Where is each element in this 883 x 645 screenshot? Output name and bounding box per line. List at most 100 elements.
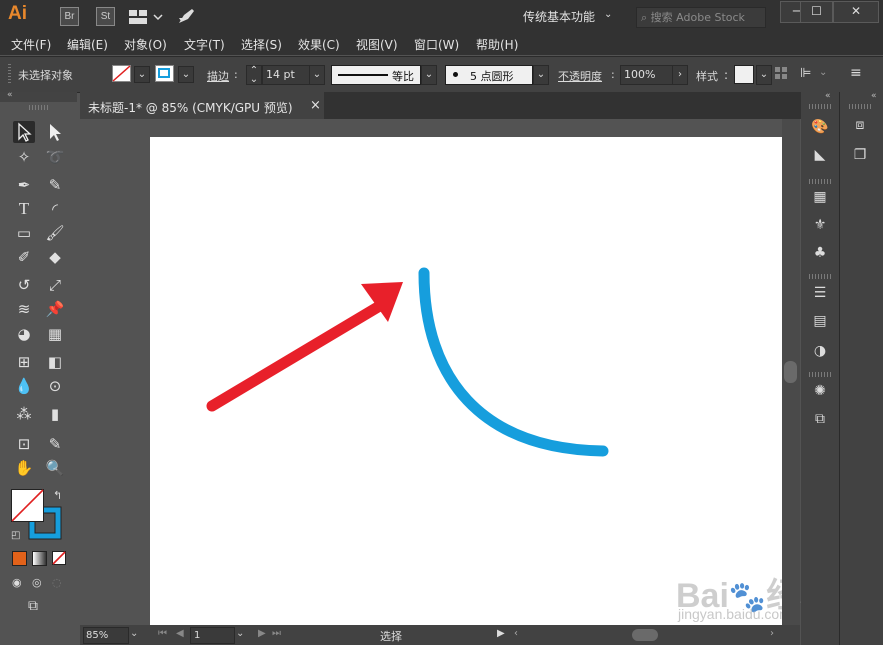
stock-search-input[interactable]: ⌕ 搜索 Adobe Stock	[636, 7, 766, 28]
variable-width-profile[interactable]: 等比	[331, 65, 421, 85]
blend-tool-icon[interactable]: ⊙	[44, 375, 66, 397]
menu-edit[interactable]: 编辑(E)	[67, 36, 108, 53]
red-arrow-shaft[interactable]	[206, 295, 394, 412]
align-chevron-icon[interactable]: ⌄	[819, 67, 827, 78]
hand-tool-icon[interactable]: ✋	[13, 457, 35, 479]
dock-grip-3[interactable]	[809, 179, 831, 184]
puppet-warp-tool-icon[interactable]: 📌	[44, 298, 66, 320]
dock-grip-5[interactable]	[809, 372, 831, 377]
collapse-dock-icon[interactable]: «	[825, 91, 831, 101]
stroke-label[interactable]: 描边	[207, 68, 229, 84]
mesh-tool-icon[interactable]: ⊞	[13, 351, 35, 373]
dock-grip-4[interactable]	[809, 274, 831, 279]
status-menu-arrow-icon[interactable]: ▶	[497, 628, 505, 639]
close-button[interactable]: ✕	[833, 1, 879, 23]
scroll-right-icon[interactable]: ›	[770, 628, 774, 639]
zoom-chevron-icon[interactable]: ⌄	[130, 628, 138, 639]
vertical-scroll-thumb[interactable]	[784, 361, 797, 383]
shaper-tool-icon[interactable]: ✐	[13, 246, 35, 268]
stock-button[interactable]: St	[96, 7, 115, 26]
color-panel-icon[interactable]: 🎨	[808, 116, 832, 138]
gradient-tool-icon[interactable]: ◧	[44, 351, 66, 373]
artboard-tool-icon[interactable]: ⊡	[13, 433, 35, 455]
dock-grip[interactable]	[809, 104, 831, 109]
menu-view[interactable]: 视图(V)	[356, 36, 398, 53]
pen-tool-icon[interactable]: ✒	[13, 174, 35, 196]
shape-builder-tool-icon[interactable]: ◕	[13, 323, 35, 345]
document-tab[interactable]: 未标题-1* @ 85% (CMYK/GPU 预览) ×	[80, 92, 324, 119]
bridge-button[interactable]: Br	[60, 7, 79, 26]
scroll-left-icon[interactable]: ‹	[514, 628, 518, 639]
opacity-input[interactable]: 100%	[620, 65, 673, 85]
fill-dropdown-chevron-icon[interactable]: ⌄	[134, 66, 150, 83]
draw-behind-icon[interactable]: ◎	[32, 576, 42, 589]
screen-mode-icon[interactable]: ⧉	[28, 598, 38, 614]
none-mode-button[interactable]	[52, 551, 67, 569]
last-artboard-icon[interactable]: ⏭	[272, 628, 281, 639]
layers-panel-icon[interactable]: ❐	[848, 144, 872, 166]
vertical-scrollbar[interactable]	[782, 119, 800, 625]
horizontal-scroll-thumb[interactable]	[632, 629, 658, 641]
opacity-label[interactable]: 不透明度	[558, 68, 602, 84]
curvature-tool-icon[interactable]: ✎	[44, 174, 66, 196]
stroke-panel-icon[interactable]: ☰	[808, 282, 832, 304]
magic-wand-tool-icon[interactable]: ✧	[13, 146, 35, 168]
eraser-tool-icon[interactable]: ◆	[44, 246, 66, 268]
lasso-tool-icon[interactable]: ➰	[44, 146, 66, 168]
arrange-documents-icon[interactable]	[128, 8, 168, 29]
gpu-performance-icon[interactable]	[176, 6, 198, 29]
blue-curve-path[interactable]	[418, 267, 609, 457]
stroke-weight-stepper[interactable]: ⌃ ⌄	[246, 65, 262, 85]
rectangle-tool-icon[interactable]: ▭	[13, 222, 35, 244]
menu-file[interactable]: 文件(F)	[11, 36, 51, 53]
previous-artboard-icon[interactable]: ◀	[176, 628, 184, 639]
stroke-dropdown-chevron-icon[interactable]: ⌄	[178, 66, 194, 83]
brushes-panel-icon[interactable]: ⚜	[808, 214, 832, 236]
control-grip[interactable]	[8, 64, 11, 84]
scale-tool-icon[interactable]: ⤢	[44, 274, 66, 296]
type-tool-icon[interactable]: T	[13, 198, 35, 220]
libraries-panel-icon[interactable]: ⧈	[848, 114, 872, 136]
slice-tool-icon[interactable]: ✎	[44, 433, 66, 455]
first-artboard-icon[interactable]: ⏮	[158, 628, 167, 639]
line-segment-tool-icon[interactable]: ◜	[44, 198, 66, 220]
gradient-mode-button[interactable]	[32, 551, 47, 566]
menu-select[interactable]: 选择(S)	[241, 36, 282, 53]
chevron-down-icon[interactable]: ⌄	[604, 9, 612, 20]
color-mode-button[interactable]	[12, 551, 27, 566]
draw-inside-icon[interactable]: ◌	[52, 576, 62, 589]
stroke-swatch[interactable]	[155, 65, 175, 86]
swatches-panel-icon[interactable]: ▦	[808, 186, 832, 208]
brush-definition[interactable]: 5 点圆形	[445, 65, 533, 85]
selection-tool-icon[interactable]	[13, 121, 35, 143]
tools-grip[interactable]	[29, 105, 49, 110]
width-tool-icon[interactable]: ≋	[13, 298, 35, 320]
align-icon[interactable]: ⊫	[800, 66, 811, 81]
default-fill-stroke-icon[interactable]: ◰	[11, 530, 20, 541]
fill-swatch[interactable]	[112, 65, 132, 86]
draw-normal-icon[interactable]: ◉	[12, 576, 22, 589]
stroke-weight-chevron-icon[interactable]: ⌄	[309, 65, 325, 85]
symbol-sprayer-tool-icon[interactable]: ⁂	[13, 403, 35, 425]
opacity-arrow-icon[interactable]: ›	[672, 65, 688, 85]
swap-fill-stroke-icon[interactable]: ↰	[53, 489, 62, 502]
artboard-number-field[interactable]: 1	[190, 627, 235, 644]
recolor-grid-icon[interactable]	[775, 67, 789, 84]
artboard-chevron-icon[interactable]: ⌄	[236, 628, 244, 639]
menu-help[interactable]: 帮助(H)	[476, 36, 518, 53]
zoom-tool-icon[interactable]: 🔍	[44, 457, 66, 479]
next-artboard-icon[interactable]: ▶	[258, 628, 266, 639]
collapse-double-chevron-icon[interactable]: «	[7, 90, 13, 100]
appearance-panel-icon[interactable]: ✺	[808, 380, 832, 402]
column-graph-tool-icon[interactable]: ▮	[44, 403, 66, 425]
dock-grip-2[interactable]	[849, 104, 871, 109]
perspective-grid-tool-icon[interactable]: ▦	[44, 323, 66, 345]
zoom-level-field[interactable]: 85%	[83, 627, 129, 644]
rotate-tool-icon[interactable]: ↺	[13, 274, 35, 296]
style-chevron-icon[interactable]: ⌄	[756, 65, 772, 85]
symbols-panel-icon[interactable]: ♣	[808, 242, 832, 264]
menu-type[interactable]: 文字(T)	[184, 36, 225, 53]
gradient-panel-icon[interactable]: ▤	[808, 310, 832, 332]
color-guide-icon[interactable]: ◣	[808, 144, 832, 166]
eyedropper-tool-icon[interactable]: 💧	[13, 375, 35, 397]
